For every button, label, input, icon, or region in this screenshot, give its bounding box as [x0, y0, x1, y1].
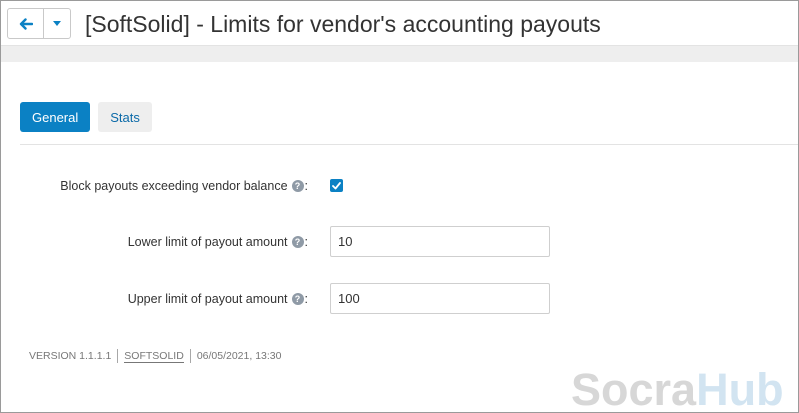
navigation-button-group — [7, 8, 71, 39]
watermark-part-2: Hub — [696, 364, 784, 413]
arrow-left-icon — [19, 17, 33, 30]
watermark-logo: SocraHub — [571, 364, 784, 413]
lower-limit-input[interactable] — [330, 226, 550, 257]
label-colon: : — [304, 179, 308, 193]
release-date: 06/05/2021, 13:30 — [196, 350, 282, 362]
caret-down-icon — [53, 21, 61, 26]
checkmark-icon — [332, 181, 341, 189]
tab-stats[interactable]: Stats — [98, 102, 152, 132]
lower-limit-label: Lower limit of payout amount ? : — [128, 226, 308, 258]
upper-limit-input[interactable] — [330, 283, 550, 314]
footer-info: VERSION 1.1.1.1 SOFTSOLID 06/05/2021, 13… — [29, 349, 281, 363]
block-payouts-label-text: Block payouts exceeding vendor balance — [60, 179, 288, 193]
navigation-dropdown-button[interactable] — [44, 9, 70, 38]
watermark-part-1: Socra — [571, 364, 697, 413]
question-circle-icon[interactable]: ? — [291, 180, 304, 192]
back-button[interactable] — [8, 9, 44, 38]
page-title: [SoftSolid] - Limits for vendor's accoun… — [85, 11, 601, 37]
page-header: [SoftSolid] - Limits for vendor's accoun… — [1, 1, 798, 49]
block-payouts-row: Block payouts exceeding vendor balance ?… — [1, 170, 798, 202]
upper-limit-row: Upper limit of payout amount ? : — [1, 283, 798, 315]
lower-limit-label-text: Lower limit of payout amount — [127, 235, 288, 249]
block-payouts-label: Block payouts exceeding vendor balance ?… — [60, 170, 308, 202]
header-toolbar-strip — [1, 45, 798, 62]
upper-limit-label-text: Upper limit of payout amount — [127, 292, 288, 306]
footer-separator — [189, 349, 191, 363]
tab-bar: General Stats — [20, 102, 152, 132]
lower-limit-row: Lower limit of payout amount ? : — [1, 226, 798, 258]
upper-limit-label: Upper limit of payout amount ? : — [128, 283, 308, 315]
tab-general[interactable]: General — [20, 102, 91, 132]
block-payouts-checkbox[interactable] — [330, 179, 343, 192]
label-colon: : — [304, 235, 308, 249]
question-circle-icon[interactable]: ? — [291, 236, 304, 248]
version-text: VERSION 1.1.1.1 — [29, 350, 112, 362]
label-colon: : — [304, 292, 308, 306]
tab-divider — [20, 144, 798, 145]
footer-separator — [117, 349, 119, 363]
vendor-link[interactable]: SOFTSOLID — [124, 350, 184, 363]
question-circle-icon[interactable]: ? — [291, 293, 304, 305]
